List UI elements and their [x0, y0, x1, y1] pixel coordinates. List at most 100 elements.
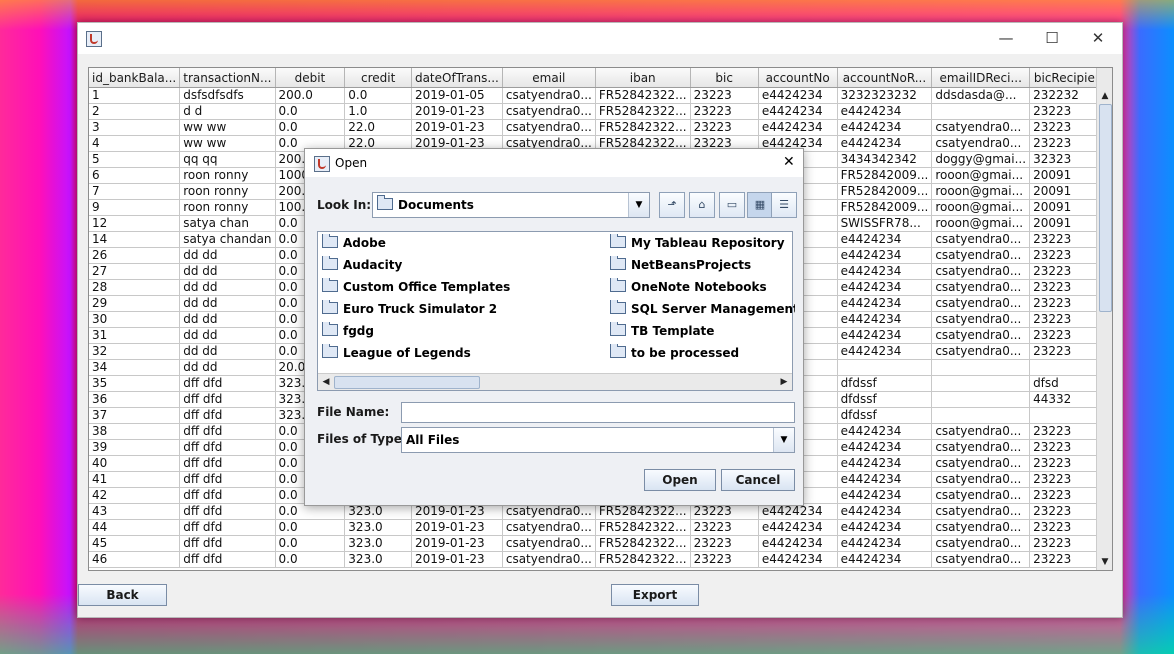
table-cell[interactable]: e4424234 — [758, 519, 838, 536]
folder-item[interactable]: SQL Server Management Stu — [610, 300, 795, 318]
folder-item[interactable]: to be processed — [610, 344, 795, 362]
table-cell[interactable]: 23223 — [690, 535, 759, 552]
table-cell[interactable]: 323.0 — [344, 551, 412, 568]
column-header[interactable]: credit — [344, 68, 412, 88]
table-cell[interactable]: dff dfd — [179, 391, 276, 408]
table-cell[interactable]: 28 — [89, 279, 181, 296]
table-cell[interactable]: e4424234 — [837, 327, 933, 344]
table-cell[interactable]: 6 — [89, 167, 181, 184]
column-header[interactable]: iban — [595, 68, 691, 88]
table-cell[interactable]: FR52842322... — [595, 551, 691, 568]
table-cell[interactable]: 14 — [89, 231, 181, 248]
table-cell[interactable]: satya chan — [179, 215, 276, 232]
table-cell[interactable]: 0.0 — [344, 87, 412, 104]
table-cell[interactable]: doggy@gmai... — [931, 151, 1031, 168]
table-cell[interactable]: csatyendra0... — [502, 551, 596, 568]
up-one-level-icon[interactable]: ⬏ — [659, 192, 685, 218]
table-cell[interactable]: 40 — [89, 455, 181, 472]
table-cell[interactable]: e4424234 — [758, 551, 838, 568]
table-cell[interactable] — [931, 375, 1031, 392]
table-cell[interactable]: 2019-01-05 — [411, 87, 503, 104]
table-cell[interactable]: e4424234 — [837, 343, 933, 360]
table-cell[interactable]: rooon@gmai... — [931, 183, 1031, 200]
table-cell[interactable]: FR52842322... — [595, 519, 691, 536]
table-cell[interactable] — [837, 359, 933, 376]
back-button[interactable]: Back — [78, 584, 167, 606]
dialog-close-icon[interactable]: ✕ — [783, 154, 795, 170]
table-cell[interactable]: 22.0 — [344, 119, 412, 136]
table-cell[interactable]: 2019-01-23 — [411, 119, 503, 136]
table-cell[interactable]: 1.0 — [344, 103, 412, 120]
table-cell[interactable]: csatyendra0... — [931, 295, 1031, 312]
table-cell[interactable]: 3434342342 — [837, 151, 933, 168]
table-cell[interactable]: 0.0 — [275, 103, 346, 120]
scrollbar-thumb[interactable] — [1099, 104, 1112, 312]
table-row[interactable]: 44 dff dfd 0.0 323.0 2019-01-23 csatyendra0..… — [89, 519, 1112, 536]
table-cell[interactable]: 0.0 — [275, 119, 346, 136]
table-cell[interactable]: dd dd — [179, 327, 276, 344]
table-row[interactable]: 1 dsfsdfsdfs 200.0 0.0 2019-01-05 csatyendra0… — [89, 87, 1112, 104]
table-cell[interactable] — [931, 359, 1031, 376]
table-cell[interactable]: 23223 — [690, 119, 759, 136]
table-vertical-scrollbar[interactable]: ▲ ▼ — [1096, 68, 1112, 570]
table-cell[interactable]: d d — [179, 103, 276, 120]
table-cell[interactable]: 9 — [89, 199, 181, 216]
table-cell[interactable]: e4424234 — [837, 439, 933, 456]
new-folder-icon[interactable]: ▭ — [719, 192, 745, 218]
folder-item[interactable]: TB Template — [610, 322, 795, 340]
table-cell[interactable]: 2019-01-23 — [411, 519, 503, 536]
folder-item[interactable]: Audacity — [322, 256, 592, 274]
table-cell[interactable]: e4424234 — [837, 455, 933, 472]
file-name-field[interactable] — [401, 402, 795, 423]
table-cell[interactable]: roon ronny — [179, 167, 276, 184]
table-cell[interactable]: FR52842322... — [595, 535, 691, 552]
table-cell[interactable]: FR52842009... — [837, 167, 933, 184]
table-cell[interactable]: FR52842322... — [595, 119, 691, 136]
list-view-icon[interactable]: ▦ — [747, 192, 773, 218]
table-cell[interactable]: e4424234 — [837, 551, 933, 568]
folder-item[interactable]: My Tableau Repository — [610, 234, 795, 252]
table-cell[interactable]: csatyendra0... — [502, 519, 596, 536]
table-cell[interactable]: 45 — [89, 535, 181, 552]
table-cell[interactable]: csatyendra0... — [931, 535, 1031, 552]
table-cell[interactable]: dff dfd — [179, 471, 276, 488]
file-list-horizontal-scrollbar[interactable]: ◀ ▶ — [318, 373, 792, 390]
table-cell[interactable]: csatyendra0... — [931, 439, 1031, 456]
table-cell[interactable]: ww ww — [179, 135, 276, 152]
table-cell[interactable]: csatyendra0... — [502, 87, 596, 104]
table-row[interactable]: 2d d 0.0 1.0 2019-01-23 csatyendra0... FR5284… — [89, 103, 1112, 120]
table-cell[interactable]: e4424234 — [837, 423, 933, 440]
table-cell[interactable]: csatyendra0... — [931, 247, 1031, 264]
look-in-combobox[interactable]: Documents ▼ — [372, 192, 650, 218]
details-view-icon[interactable]: ☰ — [771, 192, 797, 218]
table-cell[interactable]: 323.0 — [344, 535, 412, 552]
table-cell[interactable]: 323.0 — [344, 519, 412, 536]
table-cell[interactable]: e4424234 — [837, 279, 933, 296]
table-cell[interactable]: 23223 — [690, 519, 759, 536]
table-cell[interactable]: 0.0 — [275, 519, 346, 536]
table-cell[interactable]: csatyendra0... — [931, 455, 1031, 472]
table-cell[interactable]: e4424234 — [837, 535, 933, 552]
table-cell[interactable] — [931, 391, 1031, 408]
table-cell[interactable]: 2019-01-23 — [411, 535, 503, 552]
table-row[interactable]: 46 dff dfd 0.0 323.0 2019-01-23 csatyendra0..… — [89, 551, 1112, 568]
table-cell[interactable]: 0.0 — [275, 535, 346, 552]
table-cell[interactable]: ww ww — [179, 119, 276, 136]
table-cell[interactable]: 36 — [89, 391, 181, 408]
table-cell[interactable]: e4424234 — [837, 487, 933, 504]
table-cell[interactable]: ddsdasda@... — [931, 87, 1031, 104]
table-cell[interactable]: dff dfd — [179, 439, 276, 456]
table-cell[interactable]: FR52842322... — [595, 103, 691, 120]
table-cell[interactable]: csatyendra0... — [931, 519, 1031, 536]
table-cell[interactable]: 41 — [89, 471, 181, 488]
table-cell[interactable]: csatyendra0... — [931, 263, 1031, 280]
close-button[interactable]: ✕ — [1075, 23, 1121, 54]
table-cell[interactable]: e4424234 — [758, 103, 838, 120]
table-cell[interactable]: csatyendra0... — [931, 487, 1031, 504]
table-cell[interactable]: 5 — [89, 151, 181, 168]
table-cell[interactable]: csatyendra0... — [502, 535, 596, 552]
table-cell[interactable]: csatyendra0... — [931, 279, 1031, 296]
table-cell[interactable]: csatyendra0... — [502, 103, 596, 120]
column-header[interactable]: transactionN... — [179, 68, 276, 88]
table-cell[interactable]: 37 — [89, 407, 181, 424]
